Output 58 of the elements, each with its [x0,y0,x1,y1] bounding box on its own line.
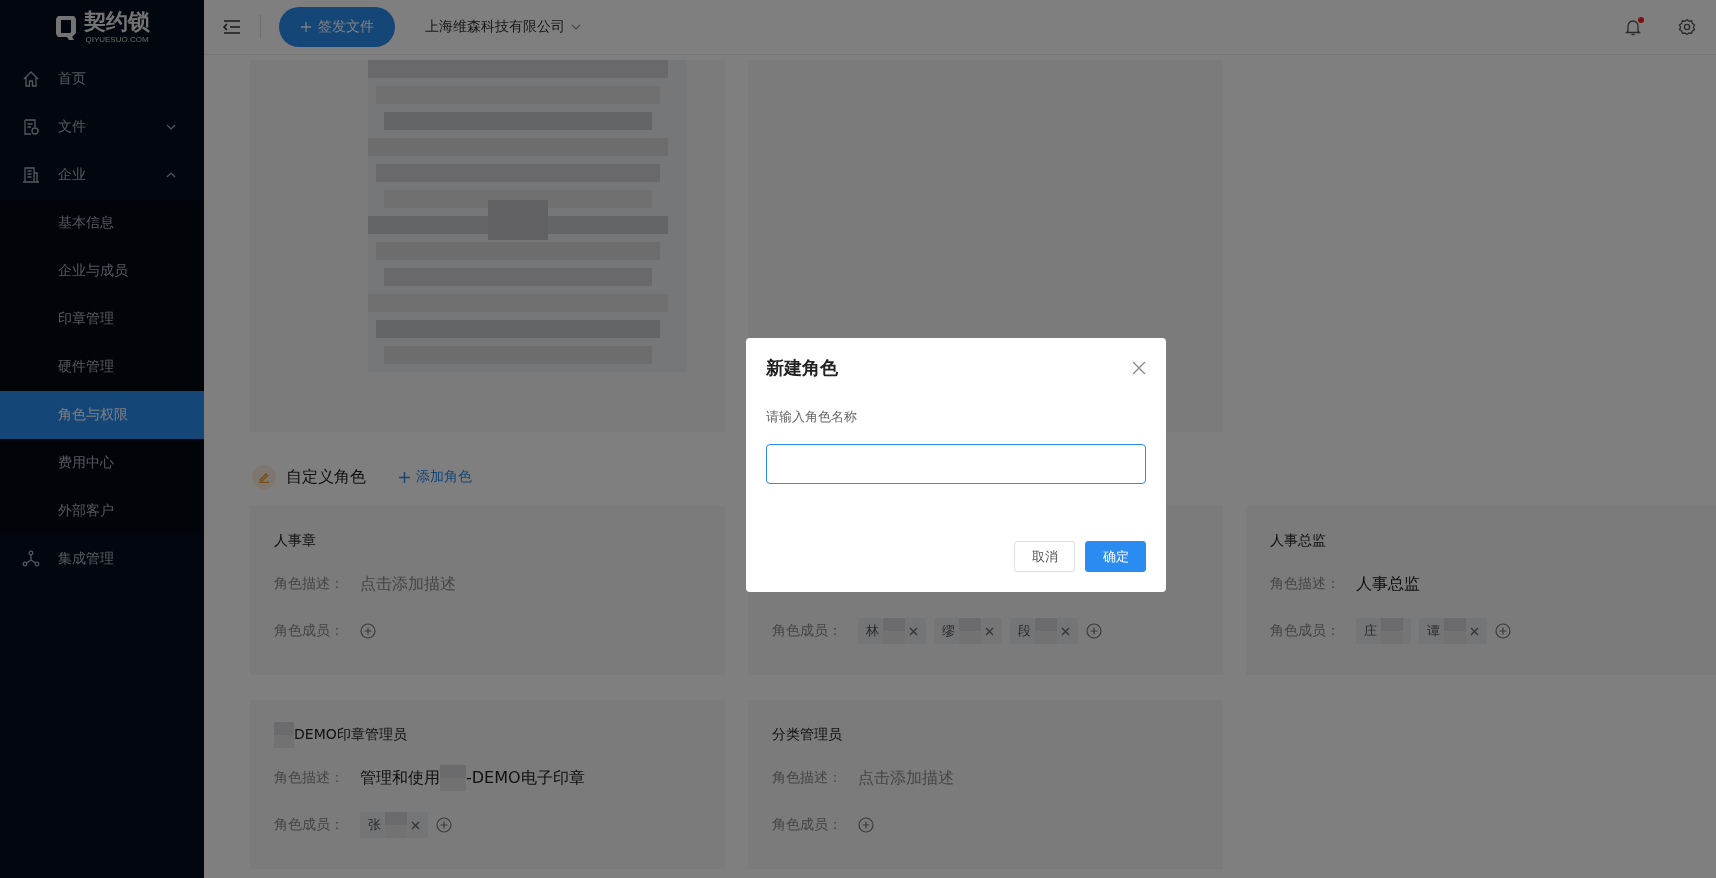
remove-icon[interactable] [411,820,420,830]
member-name: 庄 [1364,622,1377,640]
add-member-icon[interactable] [436,817,452,833]
logo-icon [54,14,78,41]
member-name: 张 [368,816,381,834]
close-icon[interactable] [1132,361,1146,375]
cancel-button[interactable]: 取消 [1014,541,1075,572]
edit-icon [252,465,276,489]
add-role-link[interactable]: 添加角色 [398,468,472,486]
company-dropdown[interactable]: 上海维森科技有限公司 [425,18,581,36]
bell-icon[interactable] [1624,18,1642,36]
plus-icon [398,470,411,484]
send-file-button[interactable]: 签发文件 [279,7,395,47]
role-title: 人事章 [274,532,316,550]
add-member-icon[interactable] [858,817,874,833]
sidebar-item[interactable]: 企业与成员 [0,247,204,295]
network-icon [22,550,40,568]
logo-domain: QIYUESUO.COM [85,35,149,44]
remove-icon[interactable] [1470,626,1479,636]
collapse-menu-icon[interactable] [222,19,242,35]
member-name: 林 [866,622,879,640]
home-icon [22,70,40,88]
logo-text: 契约锁 [84,11,150,33]
sidebar-item[interactable]: 首页 [0,55,204,103]
member-name: 谭 [1427,622,1440,640]
role-description: -DEMO电子印章 [466,767,585,789]
remove-icon[interactable] [985,626,994,636]
add-member-icon[interactable] [1495,623,1511,639]
sidebar-item[interactable]: 费用中心 [0,439,204,487]
sidebar-item[interactable]: 企业 [0,151,204,199]
member-name: 缪 [942,622,955,640]
confirm-button[interactable]: 确定 [1085,541,1146,572]
section-title: 自定义角色 [286,466,366,488]
role-description: 管理和使用 [360,767,440,789]
remove-icon[interactable] [1061,626,1070,636]
sidebar-item[interactable]: 外部客户 [0,487,204,535]
sidebar-item[interactable]: 基本信息 [0,199,204,247]
sidebar-item[interactable]: 印章管理 [0,295,204,343]
chevron-icon [571,24,581,30]
sidebar-item[interactable]: 角色与权限 [0,391,204,439]
role-description: 人事总监 [1356,573,1420,595]
sidebar-item[interactable]: 集成管理 [0,535,204,583]
role-title: 人事总监 [1270,532,1326,550]
sidebar-item[interactable]: 硬件管理 [0,343,204,391]
role-title: DEMO印章管理员 [294,726,407,744]
add-member-icon[interactable] [1086,623,1102,639]
building-icon [22,166,40,184]
field-label: 请输入角色名称 [766,408,858,426]
dialog-title: 新建角色 [766,356,838,380]
role-title: 分类管理员 [772,726,842,744]
document-icon [22,118,40,136]
add-member-icon[interactable] [360,623,376,639]
sidebar-item[interactable]: 文件 [0,103,204,151]
settings-icon[interactable] [1678,18,1696,36]
remove-icon[interactable] [909,626,918,636]
plus-icon [300,21,312,33]
role-name-input[interactable] [766,444,1146,484]
member-name: 段 [1018,622,1031,640]
